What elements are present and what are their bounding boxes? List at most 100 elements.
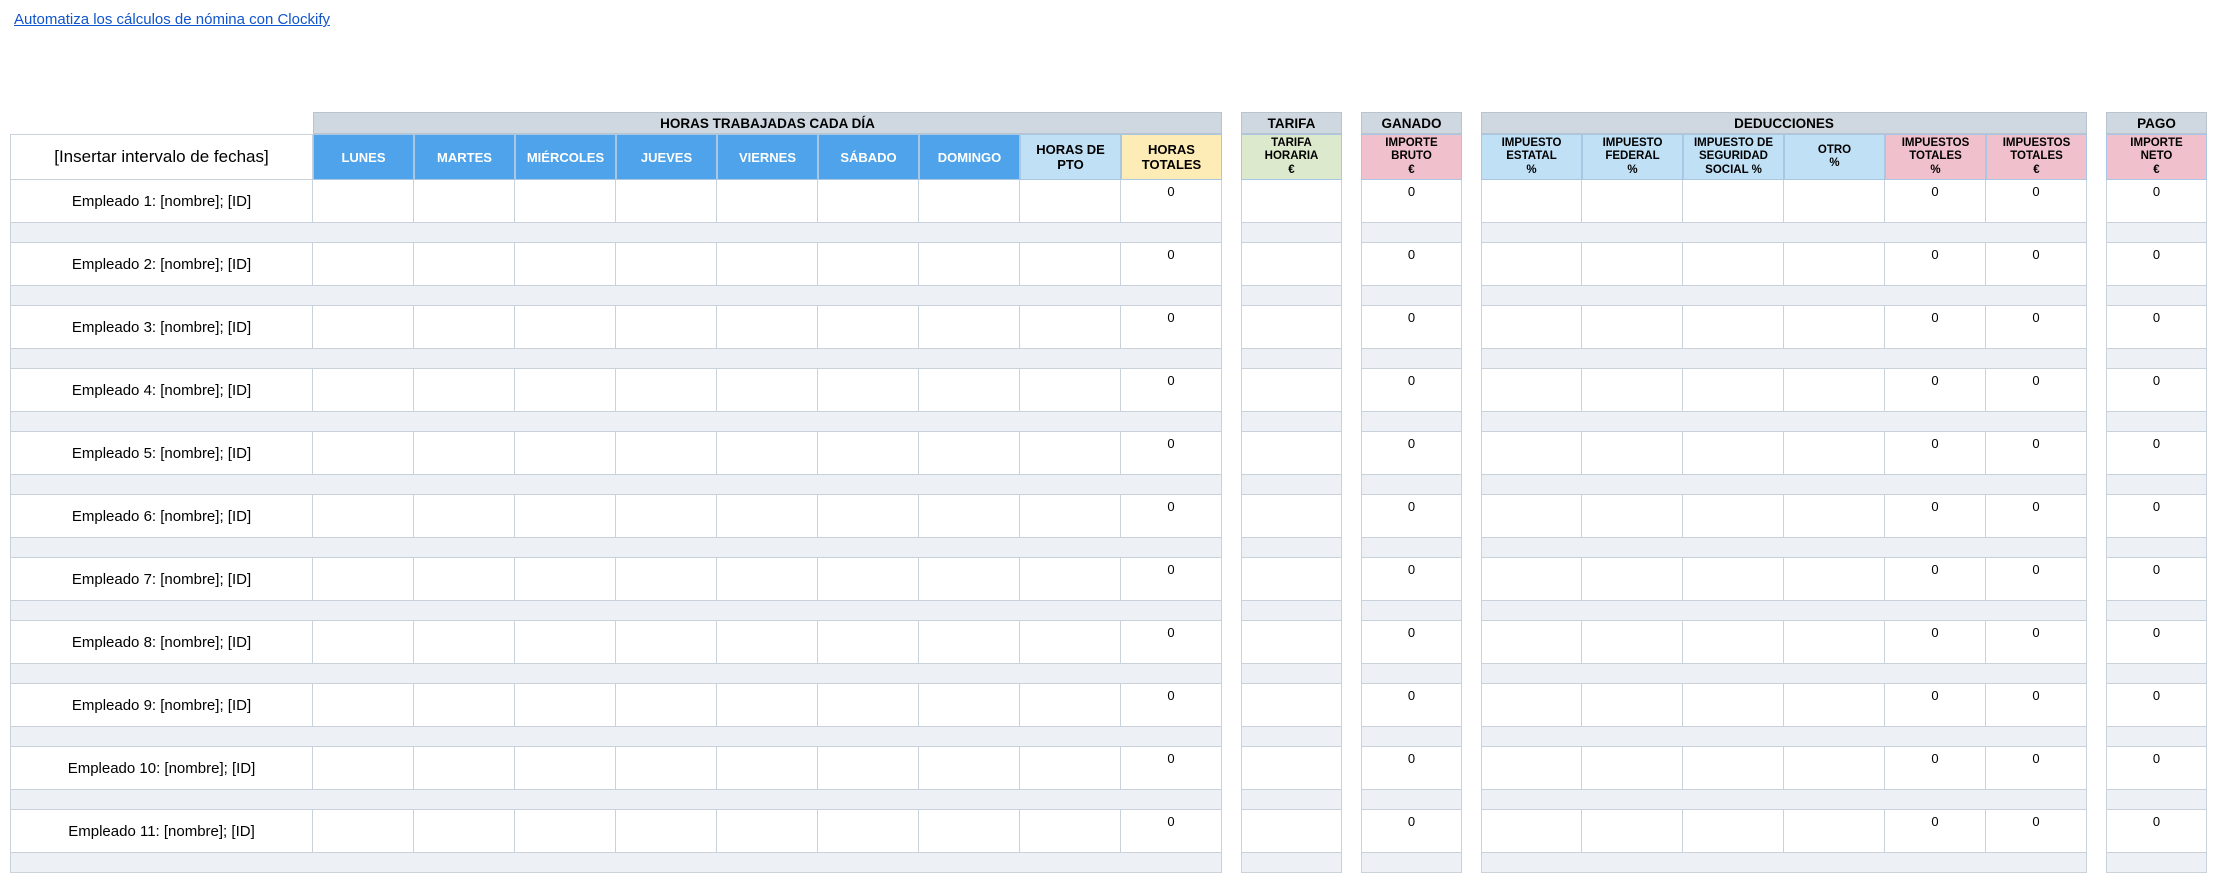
data-cell[interactable] [515,432,616,475]
data-cell[interactable]: 0 [2106,621,2207,664]
data-cell[interactable] [717,810,818,853]
data-cell[interactable] [1020,306,1121,349]
employee-name-cell[interactable]: Empleado 11: [nombre]; [ID] [10,810,313,853]
data-cell[interactable]: 0 [1986,432,2087,475]
data-cell[interactable]: 0 [2106,810,2207,853]
data-cell[interactable]: 0 [1986,243,2087,286]
data-cell[interactable]: 0 [1885,558,1986,601]
data-cell[interactable] [1582,369,1683,412]
data-cell[interactable] [1784,558,1885,601]
data-cell[interactable] [717,306,818,349]
data-cell[interactable] [616,306,717,349]
data-cell[interactable] [1020,243,1121,286]
data-cell[interactable] [1784,747,1885,790]
data-cell[interactable] [717,243,818,286]
data-cell[interactable] [1481,810,1582,853]
data-cell[interactable] [1481,495,1582,538]
data-cell[interactable]: 0 [1361,495,1462,538]
data-cell[interactable] [1020,810,1121,853]
data-cell[interactable] [717,684,818,727]
data-cell[interactable] [1784,495,1885,538]
data-cell[interactable] [515,747,616,790]
data-cell[interactable] [919,180,1020,223]
data-cell[interactable] [1241,369,1342,412]
data-cell[interactable] [515,684,616,727]
data-cell[interactable] [414,558,515,601]
data-cell[interactable] [1582,180,1683,223]
data-cell[interactable] [1582,684,1683,727]
data-cell[interactable] [515,810,616,853]
data-cell[interactable] [1683,495,1784,538]
data-cell[interactable] [1784,810,1885,853]
data-cell[interactable] [515,243,616,286]
data-cell[interactable] [1683,558,1784,601]
data-cell[interactable] [313,243,414,286]
data-cell[interactable] [818,495,919,538]
data-cell[interactable] [1481,621,1582,664]
data-cell[interactable] [1784,684,1885,727]
data-cell[interactable]: 0 [1121,180,1222,223]
data-cell[interactable] [717,747,818,790]
data-cell[interactable] [313,747,414,790]
data-cell[interactable] [717,432,818,475]
data-cell[interactable] [1020,180,1121,223]
employee-name-cell[interactable]: Empleado 3: [nombre]; [ID] [10,306,313,349]
data-cell[interactable] [919,306,1020,349]
data-cell[interactable] [414,495,515,538]
data-cell[interactable] [1241,243,1342,286]
data-cell[interactable]: 0 [1986,369,2087,412]
data-cell[interactable]: 0 [2106,180,2207,223]
data-cell[interactable] [1241,621,1342,664]
data-cell[interactable]: 0 [2106,432,2207,475]
data-cell[interactable] [616,621,717,664]
data-cell[interactable] [313,369,414,412]
data-cell[interactable] [1582,621,1683,664]
data-cell[interactable]: 0 [1361,243,1462,286]
data-cell[interactable] [1582,243,1683,286]
data-cell[interactable]: 0 [1986,495,2087,538]
data-cell[interactable] [515,495,616,538]
data-cell[interactable] [1784,432,1885,475]
data-cell[interactable] [818,306,919,349]
data-cell[interactable]: 0 [2106,747,2207,790]
data-cell[interactable] [717,495,818,538]
employee-name-cell[interactable]: Empleado 7: [nombre]; [ID] [10,558,313,601]
data-cell[interactable] [919,558,1020,601]
data-cell[interactable]: 0 [1121,747,1222,790]
data-cell[interactable]: 0 [1986,180,2087,223]
data-cell[interactable] [1020,432,1121,475]
data-cell[interactable] [1784,306,1885,349]
data-cell[interactable] [1683,621,1784,664]
data-cell[interactable] [313,432,414,475]
data-cell[interactable] [717,558,818,601]
data-cell[interactable]: 0 [1361,810,1462,853]
data-cell[interactable]: 0 [1885,810,1986,853]
data-cell[interactable] [414,621,515,664]
data-cell[interactable] [414,369,515,412]
data-cell[interactable] [1481,369,1582,412]
data-cell[interactable] [818,747,919,790]
data-cell[interactable] [1020,369,1121,412]
data-cell[interactable] [1582,747,1683,790]
data-cell[interactable] [515,621,616,664]
data-cell[interactable] [616,432,717,475]
employee-name-cell[interactable]: Empleado 6: [nombre]; [ID] [10,495,313,538]
data-cell[interactable] [313,180,414,223]
data-cell[interactable] [616,243,717,286]
data-cell[interactable] [919,369,1020,412]
data-cell[interactable] [1241,558,1342,601]
data-cell[interactable] [313,495,414,538]
data-cell[interactable] [616,180,717,223]
data-cell[interactable]: 0 [1361,369,1462,412]
data-cell[interactable]: 0 [1121,495,1222,538]
data-cell[interactable]: 0 [1885,621,1986,664]
employee-name-cell[interactable]: Empleado 9: [nombre]; [ID] [10,684,313,727]
data-cell[interactable] [1020,747,1121,790]
data-cell[interactable] [616,684,717,727]
data-cell[interactable] [818,621,919,664]
data-cell[interactable] [1020,558,1121,601]
data-cell[interactable] [919,747,1020,790]
data-cell[interactable]: 0 [2106,306,2207,349]
data-cell[interactable] [1020,495,1121,538]
data-cell[interactable] [313,810,414,853]
